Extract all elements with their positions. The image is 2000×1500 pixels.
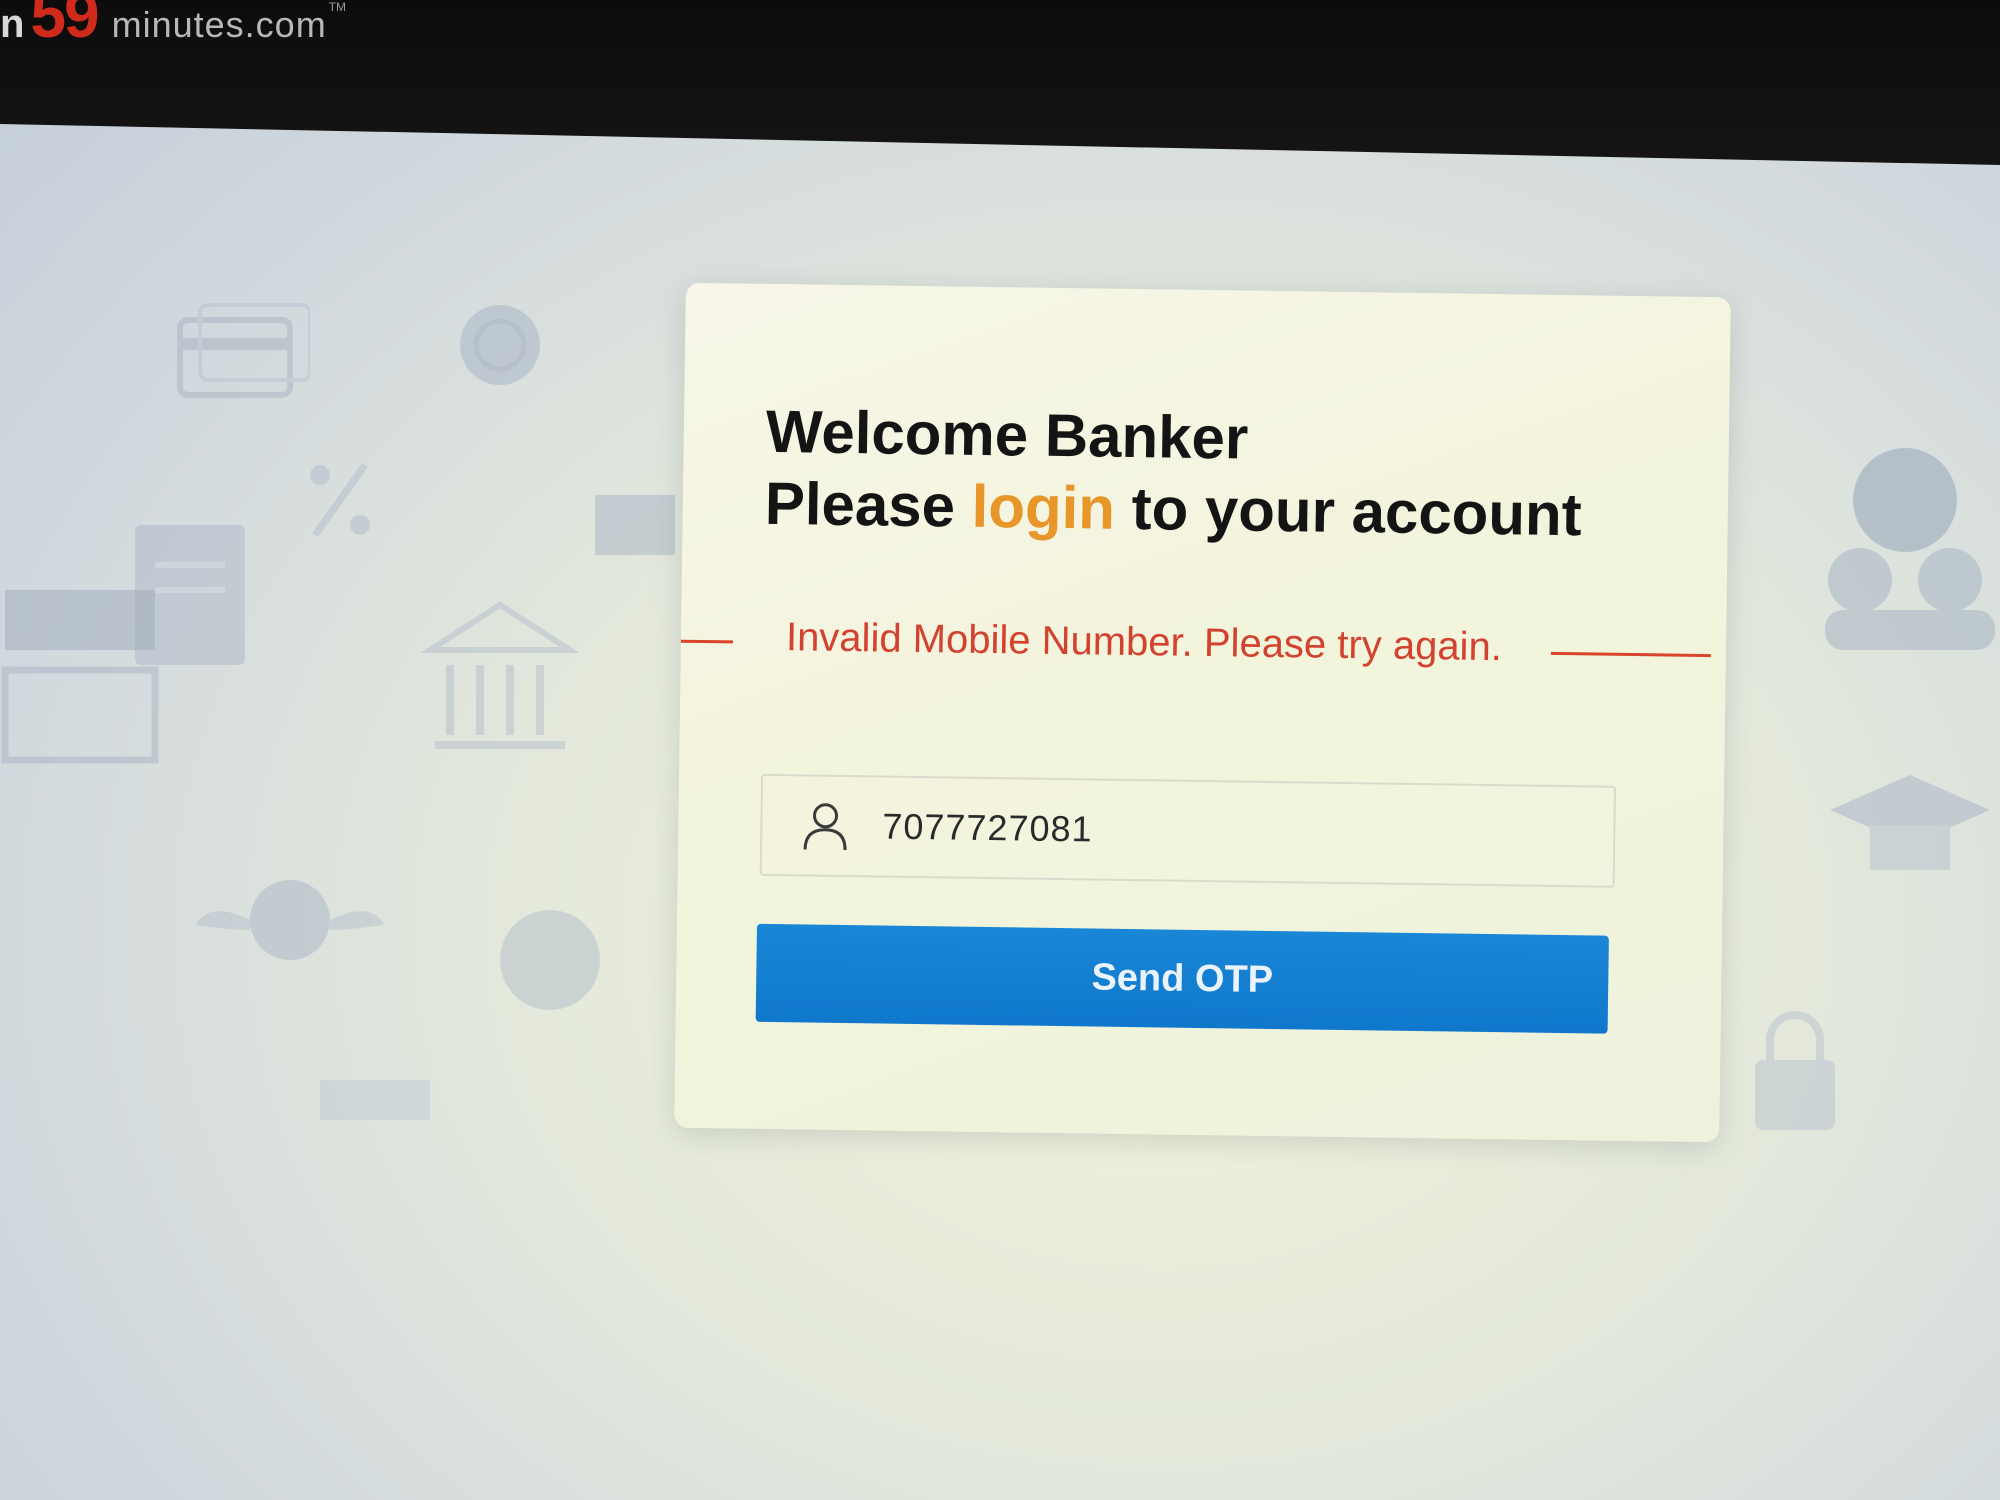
logo-number: 59 bbox=[30, 0, 99, 51]
screen: n 59 minutes.com TM Welcome Banker Pleas… bbox=[0, 0, 2000, 1500]
logo-trademark: TM bbox=[328, 0, 347, 14]
prompt-suffix: to your account bbox=[1114, 474, 1583, 549]
header-bar: n 59 minutes.com TM bbox=[0, 0, 2000, 165]
send-otp-button[interactable]: Send OTP bbox=[755, 923, 1609, 1034]
coin-icon bbox=[460, 305, 540, 385]
logo-prefix: n bbox=[0, 2, 25, 46]
error-divider-right bbox=[1550, 651, 1711, 658]
wings-icon bbox=[195, 880, 385, 960]
welcome-text: Welcome Banker bbox=[765, 397, 1249, 472]
storefront-icon bbox=[1, 590, 159, 764]
percent-icon bbox=[310, 462, 370, 538]
prompt-accent: login bbox=[971, 472, 1116, 542]
login-prompt: Please login to your account bbox=[764, 468, 1582, 551]
document-icon bbox=[595, 495, 675, 555]
login-card: Welcome Banker Please login to your acco… bbox=[674, 282, 1731, 1143]
lock-icon bbox=[1755, 1011, 1835, 1130]
mobile-number-input[interactable] bbox=[882, 805, 1533, 857]
document-icon bbox=[320, 1080, 430, 1120]
bank-icon bbox=[420, 601, 580, 749]
logo-domain: minutes.com bbox=[111, 4, 327, 45]
people-icon bbox=[1825, 448, 1995, 650]
brand-logo[interactable]: n 59 minutes.com TM bbox=[0, 0, 346, 52]
error-divider-left bbox=[680, 639, 733, 644]
error-banner: Invalid Mobile Number. Please try again. bbox=[680, 608, 1727, 683]
piggy-bank-icon bbox=[500, 910, 600, 1010]
login-heading: Welcome Banker Please login to your acco… bbox=[764, 396, 1583, 551]
prompt-prefix: Please bbox=[764, 469, 973, 540]
user-icon bbox=[803, 803, 847, 851]
credit-card-icon bbox=[177, 303, 310, 398]
graduation-cap-icon bbox=[1830, 775, 1990, 870]
error-message: Invalid Mobile Number. Please try again. bbox=[785, 615, 1503, 670]
mobile-number-field[interactable] bbox=[759, 773, 1617, 888]
